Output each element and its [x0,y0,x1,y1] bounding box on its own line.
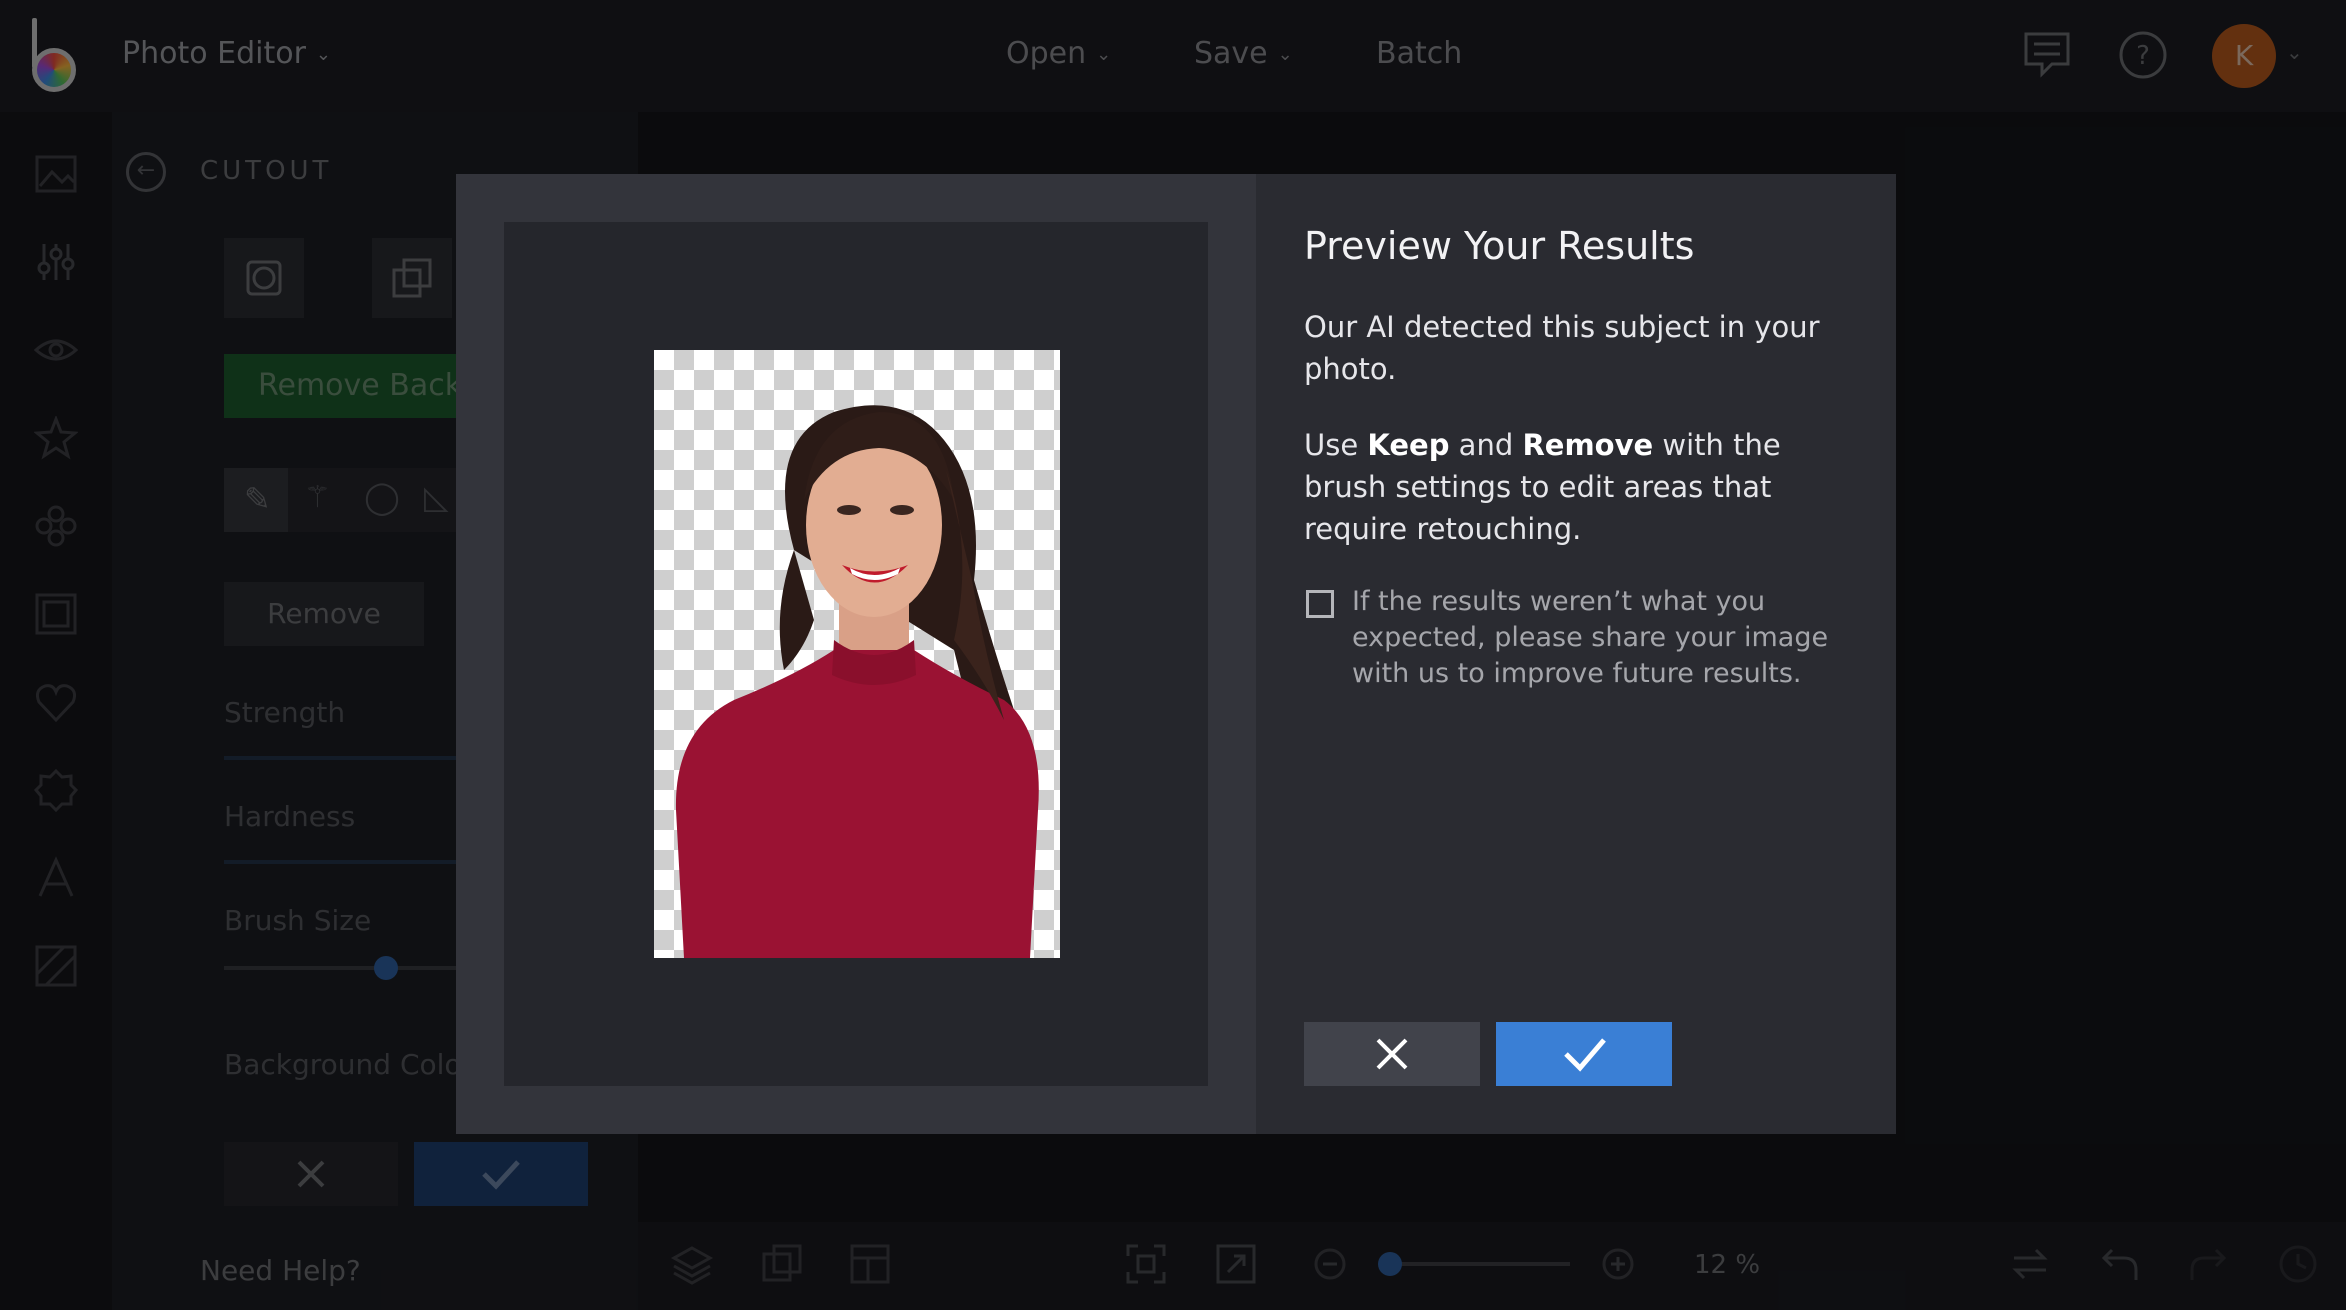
cutout-preview-image [654,350,1060,958]
preview-results-modal: Preview Your Results Our AI detected thi… [456,174,1896,1134]
confirm-button[interactable] [1496,1022,1672,1086]
modal-instructions: Use Keep and Remove with the brush setti… [1304,424,1864,550]
preview-pane [456,174,1256,1134]
remove-keyword: Remove [1522,428,1654,462]
modal-title: Preview Your Results [1304,224,1695,268]
instructions-and: and [1449,428,1523,462]
subject-silhouette [675,405,1039,958]
keep-keyword: Keep [1367,428,1450,462]
share-image-checkbox-label[interactable]: If the results weren’t what you expected… [1352,584,1872,692]
cancel-button[interactable] [1304,1022,1480,1086]
photo-editor-app: Photo Editor⌄ Open⌄ Save⌄ Batch ? K ⌄ [0,0,2346,1310]
close-icon [1376,1038,1408,1070]
modal-description: Our AI detected this subject in your pho… [1304,310,1820,386]
instructions-prefix: Use [1304,428,1368,462]
checkmark-icon [1564,1038,1606,1072]
preview-frame [504,222,1208,1086]
share-image-checkbox[interactable] [1306,590,1334,618]
